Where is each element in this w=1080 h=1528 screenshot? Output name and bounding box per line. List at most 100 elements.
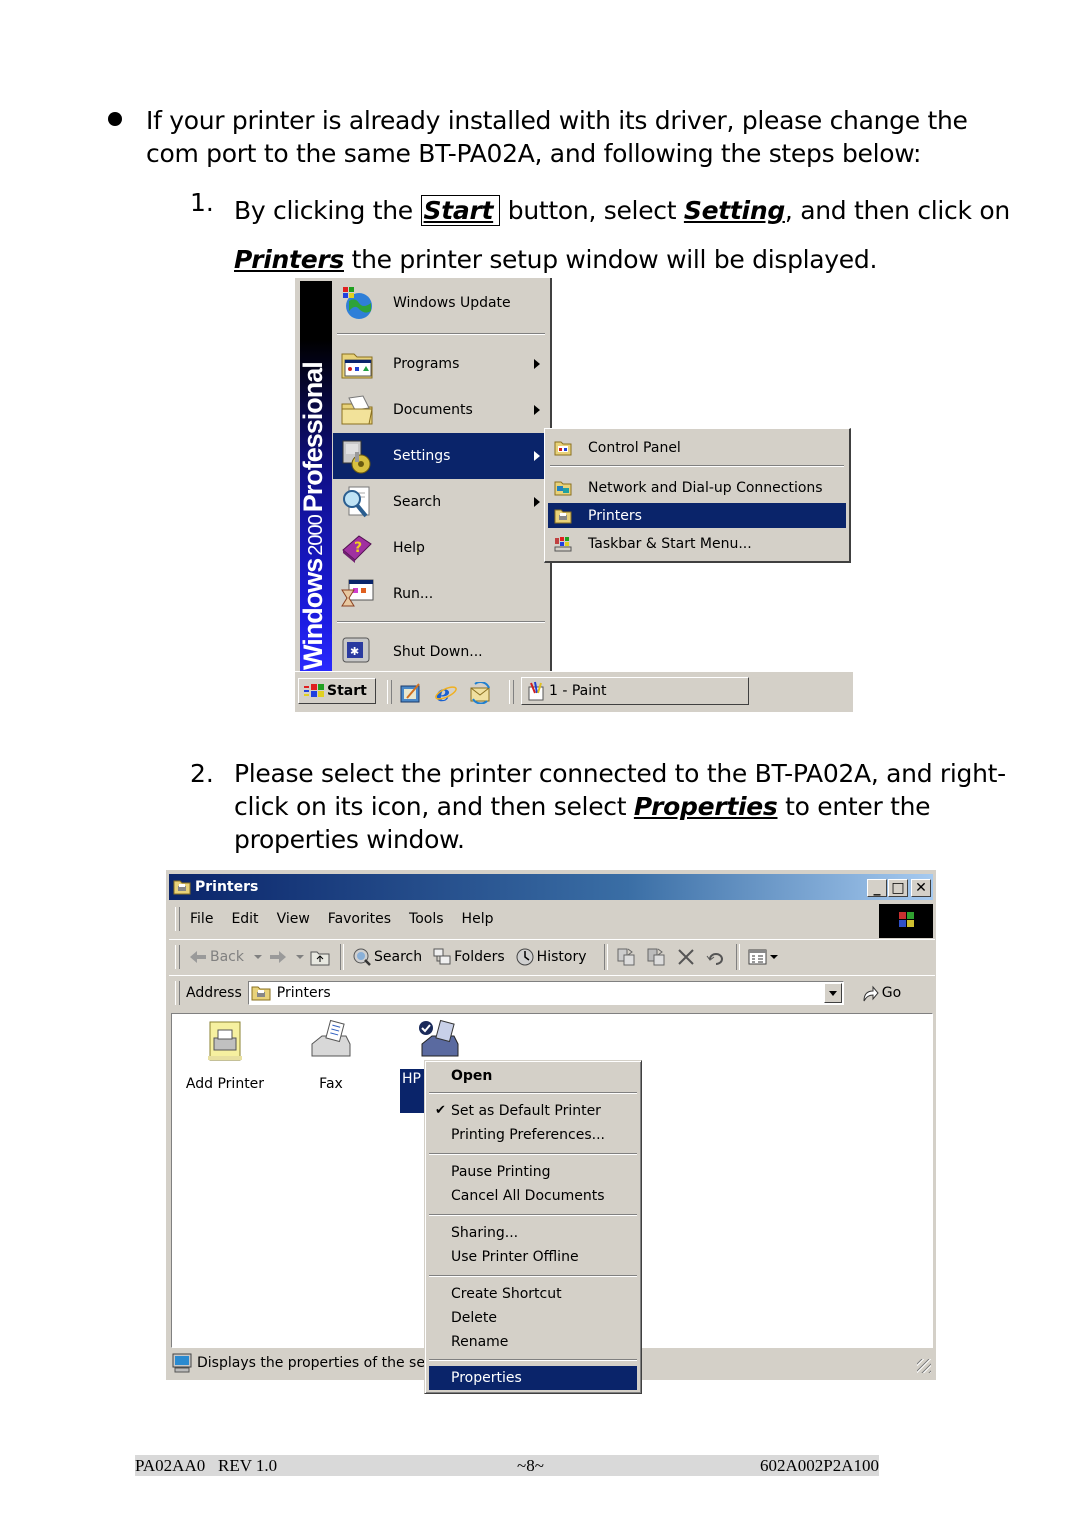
folder-item-fax[interactable]: Fax — [286, 1018, 376, 1092]
maximize-button[interactable]: □ — [888, 879, 908, 897]
folders-button[interactable]: Folders — [432, 947, 505, 967]
printers-folder-icon — [554, 509, 572, 523]
folder-item-label: Add Printer — [185, 1076, 265, 1092]
ctx-item-label: Properties — [451, 1370, 522, 1386]
resize-grip[interactable] — [917, 1359, 931, 1373]
history-icon — [516, 948, 534, 966]
start-item-settings[interactable]: Settings — [333, 433, 548, 479]
ctx-pause-printing[interactable]: Pause Printing — [429, 1160, 637, 1184]
menu-tools[interactable]: Tools — [409, 911, 444, 927]
submenu-item-network[interactable]: Network and Dial-up Connections — [548, 475, 846, 500]
task-button-paint[interactable]: 1 - Paint — [521, 677, 749, 705]
step-1-number: 1. — [190, 188, 214, 217]
folders-label: Folders — [454, 949, 505, 965]
ctx-sharing[interactable]: Sharing... — [429, 1221, 637, 1245]
submenu-item-printers[interactable]: Printers — [548, 503, 846, 528]
menu-help[interactable]: Help — [462, 911, 494, 927]
internet-explorer-icon[interactable]: e — [434, 682, 458, 704]
start-item-help[interactable]: ? Help — [333, 525, 548, 571]
views-dropdown-icon[interactable] — [770, 955, 779, 959]
task-area-grip[interactable] — [509, 680, 514, 704]
history-button[interactable]: History — [515, 947, 586, 967]
copy-to-icon[interactable] — [646, 947, 666, 967]
ctx-delete[interactable]: Delete — [429, 1306, 637, 1330]
quick-launch-grip[interactable] — [387, 680, 392, 704]
start-item-label: Windows Update — [393, 295, 511, 311]
menu-favorites[interactable]: Favorites — [328, 911, 391, 927]
menu-separator — [429, 1092, 637, 1094]
ctx-use-offline[interactable]: Use Printer Offline — [429, 1245, 637, 1269]
address-input[interactable]: Printers — [247, 981, 844, 1005]
start-item-run[interactable]: Run... — [333, 571, 548, 617]
start-item-shutdown[interactable]: ✱ Shut Down... — [333, 629, 548, 675]
start-item-label: Shut Down... — [393, 644, 483, 660]
toolbar-grip[interactable] — [175, 945, 180, 969]
ctx-item-label: Create Shortcut — [451, 1286, 562, 1302]
step-1-part3: , and then click on — [784, 196, 1010, 225]
ctx-open[interactable]: Open — [429, 1064, 637, 1088]
address-dropdown-button[interactable] — [823, 983, 842, 1003]
windows-update-icon — [343, 287, 372, 319]
ctx-properties[interactable]: Properties — [429, 1366, 637, 1390]
ctx-set-default[interactable]: ✔ Set as Default Printer — [429, 1099, 637, 1123]
menubar-grip[interactable] — [175, 907, 180, 931]
minimize-button[interactable]: _ — [867, 879, 887, 897]
undo-icon[interactable] — [706, 947, 726, 967]
start-keyword: Start — [420, 195, 501, 226]
start-button-label: Start — [327, 683, 367, 699]
title-bar[interactable]: Printers _ □ ✕ — [169, 874, 933, 900]
menu-separator — [429, 1359, 637, 1361]
back-button[interactable]: Back — [188, 947, 244, 967]
addressbar-grip[interactable] — [175, 981, 180, 1005]
start-item-programs[interactable]: Programs — [333, 341, 548, 387]
ctx-create-shortcut[interactable]: Create Shortcut — [429, 1282, 637, 1306]
bullet-point — [108, 112, 122, 126]
settings-submenu: Control Panel Network and Dial-up Connec… — [544, 428, 851, 563]
menu-separator — [429, 1275, 637, 1277]
ctx-rename[interactable]: Rename — [429, 1330, 637, 1354]
ctx-printing-preferences[interactable]: Printing Preferences... — [429, 1123, 637, 1147]
menu-file[interactable]: File — [190, 911, 213, 927]
back-dropdown-icon[interactable] — [254, 955, 262, 959]
submenu-item-taskbar[interactable]: Taskbar & Start Menu... — [548, 531, 846, 556]
folders-icon — [433, 948, 451, 965]
start-button[interactable]: Start — [298, 678, 376, 704]
fax-icon — [311, 1019, 351, 1057]
menu-edit[interactable]: Edit — [231, 911, 258, 927]
run-icon — [341, 579, 374, 607]
add-printer-icon — [208, 1021, 242, 1061]
folder-item-add-printer[interactable]: Add Printer — [180, 1018, 270, 1092]
go-button[interactable]: Go — [860, 983, 901, 1003]
move-to-icon[interactable] — [616, 947, 636, 967]
submenu-item-label: Printers — [588, 507, 642, 524]
forward-arrow-icon[interactable] — [268, 947, 288, 967]
close-button[interactable]: ✕ — [911, 879, 931, 897]
forward-dropdown-icon[interactable] — [296, 955, 304, 959]
address-bar: Address Printers Go — [169, 975, 935, 1010]
submenu-item-control-panel[interactable]: Control Panel — [548, 435, 846, 460]
computer-icon — [172, 1353, 192, 1373]
start-item-label: Settings — [393, 448, 451, 464]
back-arrow-icon — [190, 951, 206, 963]
paint-icon — [528, 681, 544, 701]
search-label: Search — [374, 949, 423, 965]
control-panel-icon — [554, 441, 572, 455]
up-folder-icon[interactable] — [310, 947, 330, 967]
start-item-documents[interactable]: Documents — [333, 387, 548, 433]
delete-x-icon[interactable] — [676, 947, 696, 967]
start-item-search[interactable]: Search — [333, 479, 548, 525]
checkmark-icon: ✔ — [435, 1103, 446, 1118]
menu-separator — [337, 333, 545, 335]
ctx-item-label: Set as Default Printer — [451, 1103, 601, 1119]
start-item-windows-update[interactable]: Windows Update — [333, 280, 548, 326]
taskbar: Start e 1 - Paint — [295, 671, 853, 712]
views-icon[interactable] — [748, 947, 768, 967]
menu-view[interactable]: View — [277, 911, 310, 927]
standard-toolbar: Back Search Folders History — [169, 939, 935, 974]
show-desktop-icon[interactable] — [399, 682, 423, 704]
windows-flag-icon — [899, 912, 914, 927]
ctx-cancel-all[interactable]: Cancel All Documents — [429, 1184, 637, 1208]
outlook-express-icon[interactable] — [469, 682, 493, 704]
printers-window-screenshot: Printers _ □ ✕ File Edit View Favorites … — [166, 870, 936, 1395]
search-button[interactable]: Search — [352, 947, 422, 967]
